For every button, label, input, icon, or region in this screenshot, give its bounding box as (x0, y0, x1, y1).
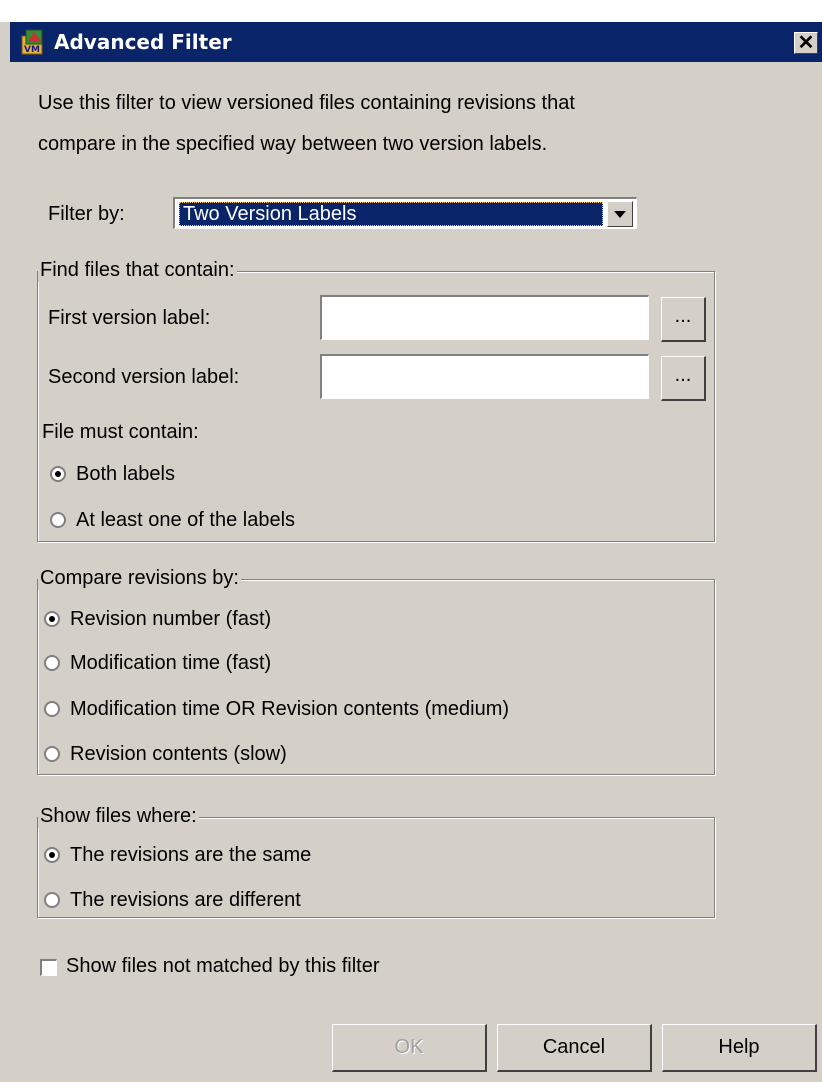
radio-revisions-same[interactable] (44, 847, 60, 863)
ellipsis-icon: ... (674, 364, 692, 386)
radio-modification-or-contents-label: Modification time OR Revision contents (… (70, 698, 510, 720)
top-margin (0, 0, 822, 22)
second-version-browse-button[interactable]: ... (661, 356, 706, 401)
show-unmatched-checkbox[interactable] (40, 959, 57, 976)
app-icon: VM (20, 28, 48, 56)
first-version-browse-button[interactable]: ... (661, 297, 706, 342)
filter-by-select[interactable]: Two Version Labels (173, 197, 637, 229)
find-files-legend: Find files that contain: (38, 259, 237, 282)
radio-modification-or-contents[interactable] (44, 701, 60, 717)
window-title: Advanced Filter (54, 30, 232, 54)
radio-both-labels-label: Both labels (76, 463, 175, 485)
second-version-input[interactable] (320, 354, 649, 399)
radio-revisions-different-label: The revisions are different (70, 889, 301, 911)
dropdown-button[interactable] (607, 201, 633, 227)
radio-both-labels[interactable] (50, 466, 66, 482)
cancel-button-label: Cancel (542, 1036, 606, 1058)
chevron-down-icon (614, 211, 626, 218)
cancel-button[interactable]: Cancel (497, 1024, 652, 1072)
svg-text:VM: VM (24, 45, 40, 55)
help-button-label: Help (718, 1036, 760, 1058)
first-version-input[interactable] (320, 295, 649, 340)
ok-button[interactable]: OK (332, 1024, 487, 1072)
ellipsis-icon: ... (674, 305, 692, 327)
radio-revisions-different[interactable] (44, 892, 60, 908)
ok-button-label: OK (394, 1036, 424, 1058)
description-line-2: compare in the specified way between two… (38, 133, 548, 155)
radio-revision-number[interactable] (44, 611, 60, 627)
close-button[interactable]: ✕ (794, 32, 818, 54)
filter-by-label: Filter by: (48, 203, 125, 225)
description-line-1: Use this filter to view versioned files … (38, 92, 575, 114)
radio-revision-contents[interactable] (44, 746, 60, 762)
radio-revision-number-label: Revision number (fast) (70, 608, 272, 630)
must-contain-label: File must contain: (42, 421, 199, 443)
radio-at-least-one-label: At least one of the labels (76, 509, 296, 531)
radio-modification-time[interactable] (44, 655, 60, 671)
show-files-legend: Show files where: (38, 805, 199, 828)
radio-at-least-one[interactable] (50, 512, 66, 528)
radio-revision-contents-label: Revision contents (slow) (70, 743, 287, 765)
compare-revisions-legend: Compare revisions by: (38, 567, 241, 590)
filter-by-value: Two Version Labels (183, 203, 357, 225)
close-icon: ✕ (797, 32, 815, 54)
radio-modification-time-label: Modification time (fast) (70, 652, 272, 674)
first-version-label: First version label: (48, 307, 211, 329)
second-version-label: Second version label: (48, 366, 240, 388)
show-unmatched-label: Show files not matched by this filter (66, 955, 380, 977)
radio-revisions-same-label: The revisions are the same (70, 844, 312, 866)
help-button[interactable]: Help (662, 1024, 817, 1072)
